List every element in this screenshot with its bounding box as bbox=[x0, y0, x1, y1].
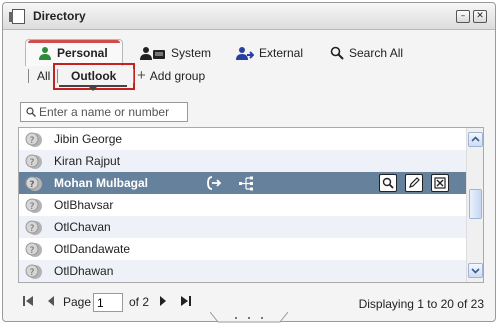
tab-search-all[interactable]: Search All bbox=[330, 41, 403, 65]
minimize-button[interactable]: – bbox=[456, 10, 470, 23]
search-icon bbox=[26, 107, 36, 117]
contact-name: OtlChavan bbox=[54, 220, 111, 234]
search-input[interactable] bbox=[39, 104, 184, 120]
svg-text:?: ? bbox=[30, 158, 35, 168]
next-page-icon[interactable] bbox=[158, 295, 168, 310]
pagination-bar: Page of 2 Displaying 1 to 20 of 23 bbox=[18, 292, 484, 314]
page-number-input[interactable] bbox=[93, 293, 123, 312]
tab-system[interactable]: System bbox=[140, 41, 211, 65]
contact-name: OtlBhavsar bbox=[54, 198, 114, 212]
window-title: Directory bbox=[33, 9, 86, 23]
contact-name: OtlDhawan bbox=[54, 264, 114, 278]
unknown-contact-icon: ? bbox=[25, 264, 42, 279]
unknown-contact-icon: ? bbox=[25, 176, 42, 191]
unknown-contact-icon: ? bbox=[25, 198, 42, 213]
contact-list: ? Jibin George ? Kiran Rajput ? Mohan Mu… bbox=[18, 127, 484, 283]
page-label: Page bbox=[63, 295, 92, 309]
search-box bbox=[20, 102, 188, 122]
list-item[interactable]: ? Kiran Rajput bbox=[19, 150, 466, 172]
contact-name: Kiran Rajput bbox=[54, 154, 121, 168]
unknown-contact-icon: ? bbox=[25, 132, 42, 147]
contact-name: OtlDandawate bbox=[54, 242, 131, 256]
row-edit-actions bbox=[379, 174, 449, 192]
title-bar: Directory – ✕ bbox=[3, 3, 495, 30]
contact-name: Mohan Mulbagal bbox=[54, 176, 148, 190]
page-count: of 2 bbox=[129, 295, 150, 309]
divider bbox=[28, 69, 29, 83]
tab-search-all-label: Search All bbox=[349, 46, 404, 60]
unknown-contact-icon: ? bbox=[25, 154, 42, 169]
list-item[interactable]: ? OtlDhawan bbox=[19, 260, 466, 282]
edit-icon[interactable] bbox=[405, 174, 423, 192]
scroll-up-button[interactable] bbox=[468, 132, 483, 147]
scroll-down-button[interactable] bbox=[468, 263, 483, 278]
group-all[interactable]: All bbox=[37, 69, 50, 83]
scroll-thumb[interactable] bbox=[469, 189, 482, 219]
tab-system-label: System bbox=[171, 46, 212, 60]
unknown-contact-icon: ? bbox=[25, 220, 42, 235]
add-group-button[interactable]: + Add group bbox=[137, 67, 206, 84]
svg-text:?: ? bbox=[29, 180, 34, 190]
vertical-scrollbar[interactable] bbox=[466, 128, 483, 282]
previous-page-icon[interactable] bbox=[46, 295, 56, 310]
search-icon bbox=[330, 46, 344, 60]
svg-text:?: ? bbox=[30, 268, 35, 278]
list-item[interactable]: ? Jibin George bbox=[19, 128, 466, 150]
tab-personal-label: Personal bbox=[57, 46, 108, 60]
external-person-icon bbox=[236, 47, 254, 60]
resize-grip-icon[interactable] bbox=[210, 312, 288, 324]
directory-book-icon bbox=[9, 9, 25, 24]
add-group-label: Add group bbox=[149, 69, 206, 83]
svg-text:?: ? bbox=[30, 136, 35, 146]
delete-icon[interactable] bbox=[431, 174, 449, 192]
list-item-selected[interactable]: ? Mohan Mulbagal bbox=[19, 172, 466, 194]
close-button[interactable]: ✕ bbox=[473, 10, 487, 23]
list-item[interactable]: ? OtlDandawate bbox=[19, 238, 466, 260]
tab-external-label: External bbox=[259, 46, 304, 60]
unknown-contact-icon: ? bbox=[25, 242, 42, 257]
svg-text:?: ? bbox=[30, 224, 35, 234]
tab-external[interactable]: External bbox=[236, 41, 303, 65]
group-bar: All Outlook + Add group bbox=[19, 63, 479, 91]
view-icon[interactable] bbox=[379, 174, 397, 192]
svg-text:?: ? bbox=[30, 202, 35, 212]
row-actions bbox=[205, 174, 255, 192]
person-icon bbox=[39, 47, 51, 60]
list-item[interactable]: ? OtlBhavsar bbox=[19, 194, 466, 216]
divider bbox=[133, 69, 134, 83]
tree-icon[interactable] bbox=[237, 174, 255, 192]
list-item[interactable]: ? OtlChavan bbox=[19, 216, 466, 238]
directory-window: Directory – ✕ Personal System External S… bbox=[2, 2, 496, 322]
first-page-icon[interactable] bbox=[22, 295, 34, 310]
active-group-indicator bbox=[59, 85, 127, 91]
transfer-icon[interactable] bbox=[205, 174, 223, 192]
group-outlook[interactable]: Outlook bbox=[71, 69, 116, 83]
people-icon bbox=[140, 47, 165, 60]
last-page-icon[interactable] bbox=[180, 295, 192, 310]
tab-bar: Personal System External Search All bbox=[3, 33, 495, 66]
plus-icon: + bbox=[137, 67, 146, 84]
contact-name: Jibin George bbox=[54, 132, 123, 146]
svg-text:?: ? bbox=[30, 246, 35, 256]
tab-personal[interactable]: Personal bbox=[25, 39, 123, 66]
displaying-status: Displaying 1 to 20 of 23 bbox=[358, 297, 484, 311]
